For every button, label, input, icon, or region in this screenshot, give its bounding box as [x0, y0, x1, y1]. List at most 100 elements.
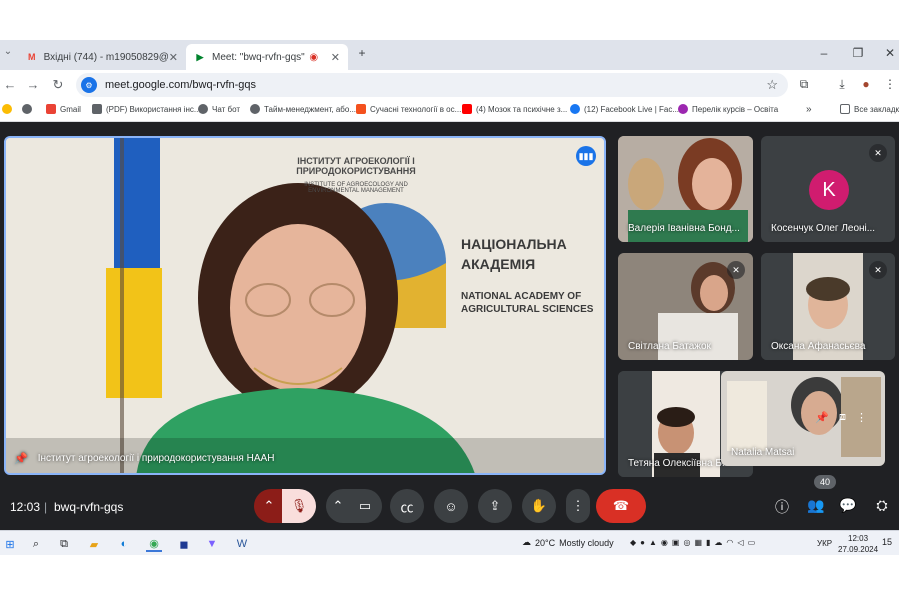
- close-tab-icon[interactable]: ✕: [331, 51, 340, 64]
- minimize-icon[interactable]: –: [814, 46, 834, 60]
- participant-count-badge: 40: [814, 475, 836, 489]
- bookmark-web-icon[interactable]: [22, 104, 36, 114]
- site-info-icon[interactable]: ⚙: [81, 77, 97, 93]
- wifi-icon[interactable]: ◠: [726, 538, 733, 547]
- search-icon[interactable]: ⌕: [28, 536, 44, 552]
- video-options-button[interactable]: ⌃: [326, 489, 350, 523]
- tab-gmail[interactable]: M Вхідні (744) - m19050829@gmail.com ✕: [18, 44, 186, 70]
- back-icon[interactable]: ←: [2, 77, 18, 92]
- participant-tile[interactable]: Валерія Іванівна Бонд...: [618, 136, 753, 242]
- captions-button[interactable]: ㏄: [390, 489, 424, 523]
- tray-icon[interactable]: ☁: [714, 538, 722, 547]
- volume-icon[interactable]: ◁: [737, 538, 743, 547]
- tab-meet[interactable]: ▶ Meet: "bwq-rvfn-gqs" ◉ ✕: [186, 44, 348, 70]
- browser-window: ⌄ M Вхідні (744) - m19050829@gmail.com ✕…: [0, 40, 899, 555]
- activities-icon[interactable]: ⛭: [872, 497, 892, 514]
- people-icon[interactable]: 👥: [806, 497, 826, 514]
- microphone-button[interactable]: 🎙: [282, 489, 316, 523]
- bookmark-courses[interactable]: Перелік курсів – Освіта: [678, 104, 778, 114]
- meeting-clock: 12:03: [10, 500, 41, 514]
- captions-icon: ㏄: [400, 499, 414, 515]
- chrome-icon[interactable]: ◉: [146, 536, 162, 552]
- close-tab-icon[interactable]: ✕: [169, 51, 178, 64]
- more-options-icon[interactable]: ⋮: [856, 411, 867, 424]
- bookmark-youtube[interactable]: (4) Мозок та психічне з...: [462, 104, 567, 114]
- participant-tile[interactable]: ✕ Оксана Афанасьєва: [761, 253, 895, 360]
- profile-avatar[interactable]: ●: [858, 77, 874, 91]
- tile-hover-tools: 📌 ⧈ ⋮: [815, 411, 867, 424]
- tab-search-icon[interactable]: ⌄: [0, 46, 16, 57]
- url-text: meet.google.com/bwq-rvfn-gqs: [105, 79, 257, 91]
- weather-widget[interactable]: ☁ 20°C Mostly cloudy: [522, 537, 614, 548]
- leave-call-button[interactable]: ☎: [596, 489, 646, 523]
- tray-icon[interactable]: ●: [640, 538, 645, 547]
- pin-icon[interactable]: 📌: [815, 411, 829, 424]
- bookmark-time-management[interactable]: Тайм-менеджмент, або...: [250, 104, 356, 114]
- participant-name: Валерія Іванівна Бонд...: [628, 223, 740, 234]
- meet-stage: ІНСТИТУТ АГРОЕКОЛОГІЇ І ПРИРОДОКОРИСТУВА…: [0, 122, 899, 555]
- raise-hand-button[interactable]: ✋: [522, 489, 556, 523]
- forward-icon[interactable]: →: [25, 77, 41, 92]
- omnibox[interactable]: ⚙ meet.google.com/bwq-rvfn-gqs ☆: [76, 73, 788, 97]
- weather-temp: 20°C: [535, 537, 556, 548]
- tray-icon[interactable]: ◆: [630, 538, 636, 547]
- bookmark-pdf[interactable]: (PDF) Використання інс...: [92, 104, 201, 114]
- participant-tile[interactable]: ✕ Світлана Батажок: [618, 253, 753, 360]
- app-icon[interactable]: ▼: [204, 536, 220, 552]
- apps-icon[interactable]: [2, 104, 16, 114]
- maximize-icon[interactable]: ❐: [848, 46, 868, 60]
- bookmark-gmail[interactable]: Gmail: [46, 104, 81, 114]
- close-window-icon[interactable]: ✕: [880, 46, 899, 60]
- main-video-tile[interactable]: ІНСТИТУТ АГРОЕКОЛОГІЇ І ПРИРОДОКОРИСТУВА…: [4, 136, 606, 475]
- menu-icon[interactable]: ⋮: [882, 77, 898, 91]
- frame-icon[interactable]: ⧈: [839, 411, 846, 424]
- windows-start-icon[interactable]: ⊞: [2, 536, 18, 552]
- download-icon[interactable]: ⤓: [834, 77, 850, 92]
- audio-options-button[interactable]: ⌃: [254, 489, 284, 523]
- tab-label: Meet: "bwq-rvfn-gqs": [212, 51, 305, 63]
- date: 27.09.2024: [838, 545, 879, 554]
- camera-button[interactable]: ▭: [348, 489, 382, 523]
- tray-icon[interactable]: ▣: [672, 538, 680, 547]
- reactions-button[interactable]: ☺: [434, 489, 468, 523]
- battery-icon[interactable]: ▮: [706, 538, 710, 547]
- chat-icon[interactable]: 💬: [838, 497, 858, 514]
- clock[interactable]: 12:03 27.09.2024: [838, 533, 878, 555]
- all-bookmarks[interactable]: Все закладки: [840, 104, 899, 114]
- word-icon[interactable]: W: [234, 536, 250, 552]
- more-options-button[interactable]: ⋮: [566, 489, 590, 523]
- task-view-icon[interactable]: ⧉: [56, 536, 72, 552]
- tray-icon[interactable]: ◉: [661, 538, 668, 547]
- tray-icon[interactable]: ▲: [649, 538, 657, 547]
- edge-icon[interactable]: ◐: [116, 536, 132, 552]
- folder-icon: [840, 104, 850, 114]
- gmail-icon: M: [28, 52, 36, 62]
- meeting-details-icon[interactable]: ⓘ: [772, 497, 792, 517]
- tray-icon[interactable]: ▭: [748, 538, 756, 547]
- web-icon: [250, 104, 260, 114]
- more-vert-icon: ⋮: [571, 498, 585, 513]
- tray-icon[interactable]: ◎: [683, 538, 690, 547]
- extensions-icon[interactable]: ⧉: [796, 77, 812, 92]
- bookmark-facebook[interactable]: (12) Facebook Live | Fac...: [570, 104, 679, 114]
- pin-icon[interactable]: 📌: [14, 452, 28, 465]
- more-bookmarks-icon[interactable]: »: [806, 104, 812, 115]
- present-button[interactable]: ⇪: [478, 489, 512, 523]
- reload-icon[interactable]: ↻: [50, 77, 66, 93]
- language-indicator[interactable]: УКР: [817, 539, 832, 548]
- participant-tile[interactable]: ✕ K Косенчук Олег Леоні...: [761, 136, 895, 242]
- app-icon[interactable]: ◼: [176, 536, 192, 552]
- chevron-up-icon: ⌃: [263, 498, 275, 513]
- file-explorer-icon[interactable]: ▰: [86, 536, 102, 552]
- notifications-badge[interactable]: 15: [882, 537, 892, 547]
- participant-name: Natalia Matsai: [731, 447, 795, 458]
- participant-name: Оксана Афанасьєва: [771, 341, 866, 352]
- wall-text-institute-en: INSTITUTE OF AGROECOLOGY AND ENVIRONMENT…: [304, 182, 408, 194]
- new-tab-button[interactable]: +: [352, 46, 372, 60]
- participant-tile[interactable]: 📌 ⧈ ⋮ Natalia Matsai: [721, 371, 885, 466]
- bookmark-technologies[interactable]: Сучасні технології в ос...: [356, 104, 461, 114]
- bookmark-chatbot[interactable]: Чат бот: [198, 104, 240, 114]
- bookmark-star-icon[interactable]: ☆: [766, 77, 778, 93]
- meeting-code: bwq-rvfn-gqs: [54, 500, 124, 514]
- tray-icon[interactable]: ▦: [694, 538, 702, 547]
